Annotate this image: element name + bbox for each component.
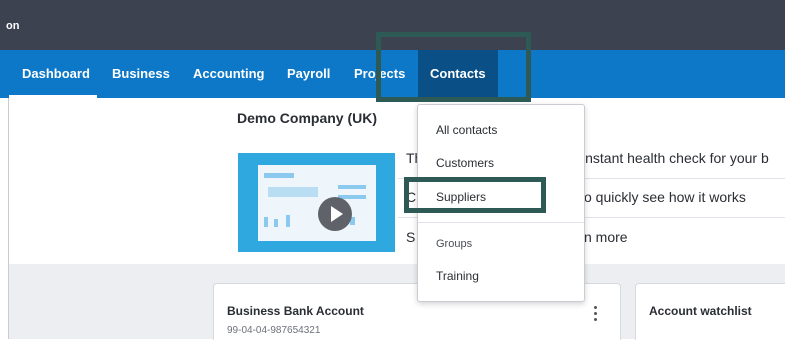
bank-account-number: 99-04-04-987654321 [227, 325, 321, 336]
intro-video-thumbnail[interactable] [238, 153, 395, 252]
promo-line-2-end[interactable]: o quickly see how it works [584, 189, 746, 205]
org-name[interactable]: on [6, 20, 19, 32]
promo-line-3-end[interactable]: n more [584, 229, 628, 245]
more-options-icon[interactable] [594, 306, 597, 324]
tab-payroll[interactable]: Payroll [287, 50, 330, 98]
active-tab-indicator [9, 95, 97, 98]
account-watchlist-title: Account watchlist [649, 304, 752, 318]
video-preview [258, 165, 376, 241]
tab-business[interactable]: Business [112, 50, 170, 98]
menu-item-all-contacts[interactable]: All contacts [436, 123, 497, 137]
tab-dashboard[interactable]: Dashboard [22, 50, 90, 98]
play-icon[interactable] [318, 197, 352, 231]
highlight-box-suppliers [404, 177, 546, 213]
bank-account-title[interactable]: Business Bank Account [227, 304, 364, 318]
menu-item-customers[interactable]: Customers [436, 156, 494, 170]
menu-item-training[interactable]: Training [436, 269, 479, 283]
promo-line-3-start: S [406, 229, 416, 245]
highlight-box-contacts-tab [376, 32, 531, 102]
menu-item-groups[interactable]: Groups [436, 238, 472, 250]
tab-accounting[interactable]: Accounting [193, 50, 265, 98]
account-watchlist-card[interactable]: Account watchlist [635, 283, 785, 340]
promo-line-1-end: instant health check for your b [582, 150, 769, 166]
menu-separator [418, 222, 584, 223]
company-name: Demo Company (UK) [237, 110, 378, 126]
